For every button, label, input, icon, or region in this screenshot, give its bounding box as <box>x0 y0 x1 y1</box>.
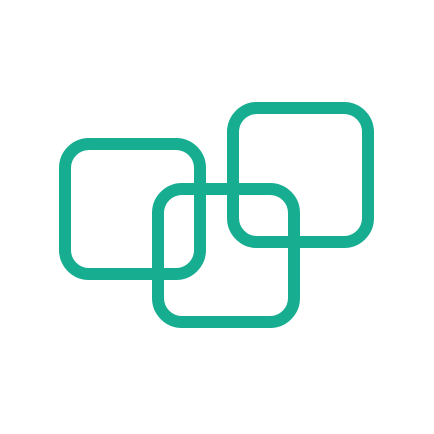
center-square-outline <box>152 183 300 328</box>
left-square-outline <box>59 138 206 280</box>
logo-canvas <box>0 0 434 434</box>
overlapping-squares-logo-icon <box>59 102 374 328</box>
right-square-outline <box>227 102 374 248</box>
